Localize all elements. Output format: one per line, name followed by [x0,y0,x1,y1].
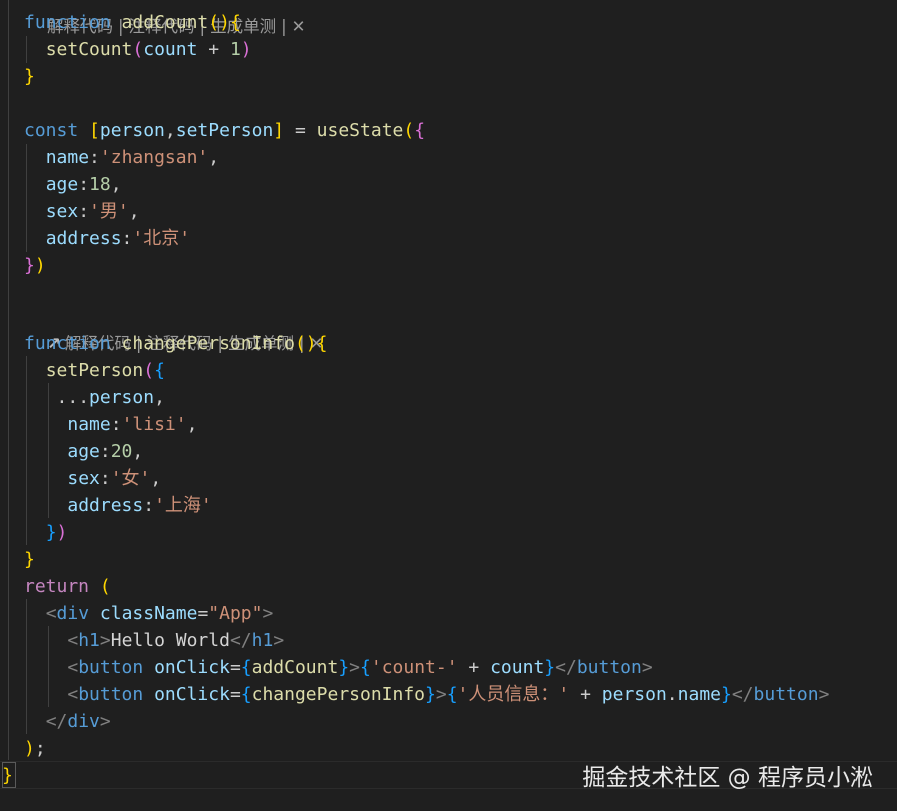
string-literal: '男' [89,201,129,222]
string-literal: 'count-' [370,657,458,678]
code-line: <div className="App"> [45,603,274,624]
identifier: count [143,39,198,60]
property-key: name [45,147,90,168]
code-lens-divider: | [281,17,287,36]
code-line: sex:'女', [67,468,162,489]
code-line: function changePersonInfo(){ [24,333,328,354]
code-line: address:'北京' [45,228,191,249]
code-line: }) [24,255,46,276]
jsx-tag: div [56,603,90,624]
code-line: } [24,549,35,570]
code-line: }) [45,522,68,543]
keyword: return [24,576,90,597]
property-key: age [45,174,79,195]
code-line: return ( [24,576,111,597]
jsx-tag: button [78,657,144,678]
function-name: changePersonInfo [121,333,295,354]
code-line: const [person,setPerson] = useState({ [24,120,426,141]
number-literal: 1 [229,39,241,60]
jsx-attribute: onClick [154,657,230,678]
code-line: address:'上海' [67,495,212,516]
jsx-attribute: className [99,603,198,624]
jsx-tag: button [78,684,144,705]
string-literal: '人员信息：' [457,684,570,705]
code-line: <button onClick={changePersonInfo}>{'人员信… [67,684,830,705]
code-line: ); [24,738,46,759]
code-editor[interactable]: 解释代码 | 注释代码 | 生成单测 | ✕ function addCount(){ se… [0,0,897,811]
keyword: function [24,333,111,354]
code-line: setCount(count + 1) [45,39,252,60]
string-literal: 'lisi' [121,414,187,435]
identifier: person [601,684,667,705]
jsx-text: Hello World [110,630,230,651]
identifier: person [99,120,165,141]
property-key: address [67,495,144,516]
keyword: function [24,12,111,33]
code-line: } [2,765,13,786]
jsx-tag: h1 [78,630,100,651]
code-line: sex:'男', [45,201,140,222]
identifier: setPerson [175,120,274,141]
code-line: age:20, [67,441,144,462]
property-key: name [67,414,111,435]
function-name: addCount [121,12,209,33]
property-key: age [67,441,100,462]
code-line: age:18, [45,174,122,195]
identifier: count [490,657,545,678]
code-line: setPerson({ [45,360,165,381]
jsx-tag: h1 [251,630,274,651]
identifier: name [677,684,721,705]
identifier: changePersonInfo [251,684,426,705]
code-line: <button onClick={addCount}>{'count-' + c… [67,657,653,678]
identifier: addCount [251,657,339,678]
jsx-tag: button [576,657,642,678]
string-literal: 'zhangsan' [99,147,209,168]
jsx-tag: div [67,711,100,732]
code-line: name:'lisi', [67,414,198,435]
string-literal: '女' [110,468,151,489]
code-line: ...person, [56,387,165,408]
code-line: <h1>Hello World</h1> [67,630,285,651]
property-key: address [45,228,122,249]
identifier: person [89,387,155,408]
code-line: </div> [45,711,111,732]
code-line: function addCount(){ [24,12,241,33]
keyword: const [24,120,79,141]
property-key: sex [45,201,79,222]
code-lens-bar: ↗ 解释代码 | 注释代码 | 生成单测 | ✕ [26,303,323,353]
function-call: setCount [45,39,133,60]
string-literal: '上海' [154,495,212,516]
jsx-attribute: onClick [154,684,230,705]
jsx-tag: button [753,684,819,705]
property-key: sex [67,468,100,489]
code-lens-close-icon[interactable]: ✕ [292,17,306,36]
code-line: name:'zhangsan', [45,147,220,168]
function-call: useState [316,120,404,141]
string-literal: '北京' [132,228,191,249]
code-line: } [24,66,35,87]
number-literal: 18 [89,174,111,195]
string-literal: "App" [208,603,263,624]
watermark: 掘金技术社区 @ 程序员小淞 [582,765,873,791]
number-literal: 20 [110,441,133,462]
spread-operator: ... [56,387,90,408]
indent-guide [8,0,9,760]
function-call: setPerson [45,360,144,381]
